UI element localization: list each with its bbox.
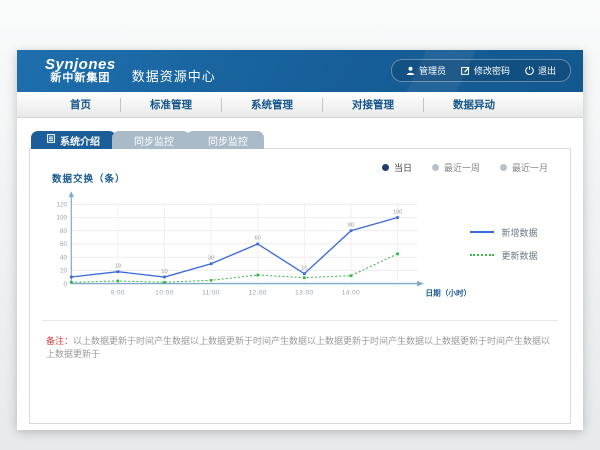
data-point xyxy=(163,281,166,284)
power-icon xyxy=(525,66,534,75)
logout-label: 退出 xyxy=(538,64,556,77)
data-point-label: 10 xyxy=(161,269,167,275)
legend-label: 更新数据 xyxy=(501,249,537,262)
data-point xyxy=(210,262,213,265)
data-point xyxy=(256,243,259,246)
tab-system-intro[interactable]: 系统介绍 xyxy=(31,131,116,149)
data-point xyxy=(396,253,399,256)
nav-bar: 首页标准管理系统管理对接管理数据异动 xyxy=(17,92,583,118)
nav-item-standard-mgmt[interactable]: 标准管理 xyxy=(121,98,222,112)
tab-sync-monitor-2[interactable]: 同步监控 xyxy=(186,131,264,149)
data-point-label: 18 xyxy=(115,263,121,269)
svg-text:10:00: 10:00 xyxy=(155,290,173,297)
change-password-label: 修改密码 xyxy=(474,64,510,77)
data-point xyxy=(350,274,353,277)
nav-item-home[interactable]: 首页 xyxy=(41,98,121,112)
radio-dot-icon xyxy=(382,164,389,171)
radio-label: 当日 xyxy=(394,161,412,174)
x-axis-ticks: 9:00 10:00 11:00 12:00 13:00 14:00 xyxy=(111,290,360,297)
data-point-label: 60 xyxy=(255,236,261,242)
legend-line-sample xyxy=(470,254,494,256)
svg-text:40: 40 xyxy=(60,254,68,261)
radio-label: 最近一周 xyxy=(444,161,480,174)
legend-label: 新增数据 xyxy=(501,226,537,239)
radio-last-month[interactable]: 最近一月 xyxy=(500,161,548,174)
nav-item-connect-mgmt[interactable]: 对接管理 xyxy=(323,98,424,112)
radio-dot-icon xyxy=(500,164,507,171)
brand-logo: Synjones 新中新集团 xyxy=(45,57,116,84)
radio-last-week[interactable]: 最近一周 xyxy=(432,161,480,174)
edit-icon xyxy=(461,66,470,75)
svg-text:12:00: 12:00 xyxy=(249,290,267,297)
svg-text:100: 100 xyxy=(56,215,67,222)
tab-label: 系统介绍 xyxy=(60,133,100,148)
page-title: 数据资源中心 xyxy=(132,66,216,85)
tab-label: 同步监控 xyxy=(134,133,174,148)
svg-text:0: 0 xyxy=(64,281,68,288)
nav-item-data-change[interactable]: 数据异动 xyxy=(424,98,524,112)
svg-text:60: 60 xyxy=(60,241,68,248)
svg-text:120: 120 xyxy=(56,201,67,208)
data-point xyxy=(210,279,213,282)
tab-sync-monitor-1[interactable]: 同步监控 xyxy=(112,131,190,149)
brand-logo-subtext: 新中新集团 xyxy=(45,73,116,85)
svg-text:14:00: 14:00 xyxy=(342,290,360,297)
footnote-text: 以上数据更新于时间产生数据以上数据更新于时间产生数据以上数据更新于时间产生数据以… xyxy=(46,336,550,359)
chart-container: 0 20 40 60 80 100 120 9:00 10:00 11:00 12:00 13:00 1… xyxy=(34,187,470,314)
data-point-label: 15 xyxy=(301,265,307,271)
chart-panel: 当日最近一周最近一月 数据交换（条） 0204060801001209:0010… xyxy=(29,148,571,424)
tab-bar: 系统介绍 同步监控 同步监控 xyxy=(31,130,571,149)
legend-item-2: 更新数据 xyxy=(470,249,564,262)
data-point-label: 30 xyxy=(208,256,214,262)
main-content: 系统介绍同步监控同步监控 当日最近一周最近一月 数据交换（条） 02040608… xyxy=(17,118,583,424)
data-point xyxy=(350,229,353,232)
user-label: 管理员 xyxy=(419,64,446,77)
svg-text:13:00: 13:00 xyxy=(295,290,313,297)
svg-text:20: 20 xyxy=(60,268,68,275)
footnote-prefix: 备注： xyxy=(46,336,73,346)
x-axis-title: 日期（小时） xyxy=(426,287,471,297)
line-chart: 0 20 40 60 80 100 120 9:00 10:00 11:00 12:00 13:00 1… xyxy=(34,187,470,314)
radio-today[interactable]: 当日 xyxy=(382,161,412,174)
user-menu: 管理员 修改密码 退出 xyxy=(391,59,571,82)
data-point xyxy=(70,276,73,279)
svg-text:9:00: 9:00 xyxy=(111,290,125,297)
user-icon xyxy=(406,66,415,75)
data-point xyxy=(117,280,120,283)
data-point xyxy=(70,281,73,284)
data-point xyxy=(303,276,306,279)
chart-row: 0 20 40 60 80 100 120 9:00 10:00 11:00 12:00 13:00 1… xyxy=(30,187,570,314)
footnote: 备注：以上数据更新于时间产生数据以上数据更新于时间产生数据以上数据更新于时间产生… xyxy=(46,335,554,360)
radio-label: 最近一月 xyxy=(512,161,548,174)
document-icon xyxy=(47,134,55,146)
chart-gridlines xyxy=(71,203,417,284)
data-point xyxy=(163,276,166,279)
brand-logo-text: Synjones xyxy=(45,57,116,73)
data-point-label: 100 xyxy=(393,209,403,215)
nav-item-system-mgmt[interactable]: 系统管理 xyxy=(222,98,323,112)
data-point xyxy=(396,216,399,219)
svg-text:11:00: 11:00 xyxy=(202,290,220,297)
data-point-label: 80 xyxy=(348,222,354,228)
change-password-button[interactable]: 修改密码 xyxy=(461,64,510,77)
time-range-filter: 当日 最近一周 最近一月 xyxy=(382,161,548,174)
chart-legend: 新增数据更新数据 xyxy=(470,226,564,262)
tab-label: 同步监控 xyxy=(208,133,248,148)
y-axis-ticks: 0 20 40 60 80 100 120 xyxy=(56,201,67,287)
radio-dot-icon xyxy=(432,164,439,171)
legend-line-sample xyxy=(470,231,494,233)
legend-item-1: 新增数据 xyxy=(470,226,564,239)
svg-text:80: 80 xyxy=(60,228,68,235)
user-button[interactable]: 管理员 xyxy=(406,64,446,77)
app-header: Synjones 新中新集团 数据资源中心 管理员 修改密码 退出 xyxy=(17,50,583,92)
data-point xyxy=(117,270,120,273)
note-divider xyxy=(42,320,558,321)
data-point xyxy=(256,274,259,277)
data-point xyxy=(303,272,306,275)
app-window: Synjones 新中新集团 数据资源中心 管理员 修改密码 退出 xyxy=(17,50,583,430)
logout-button[interactable]: 退出 xyxy=(525,64,556,77)
